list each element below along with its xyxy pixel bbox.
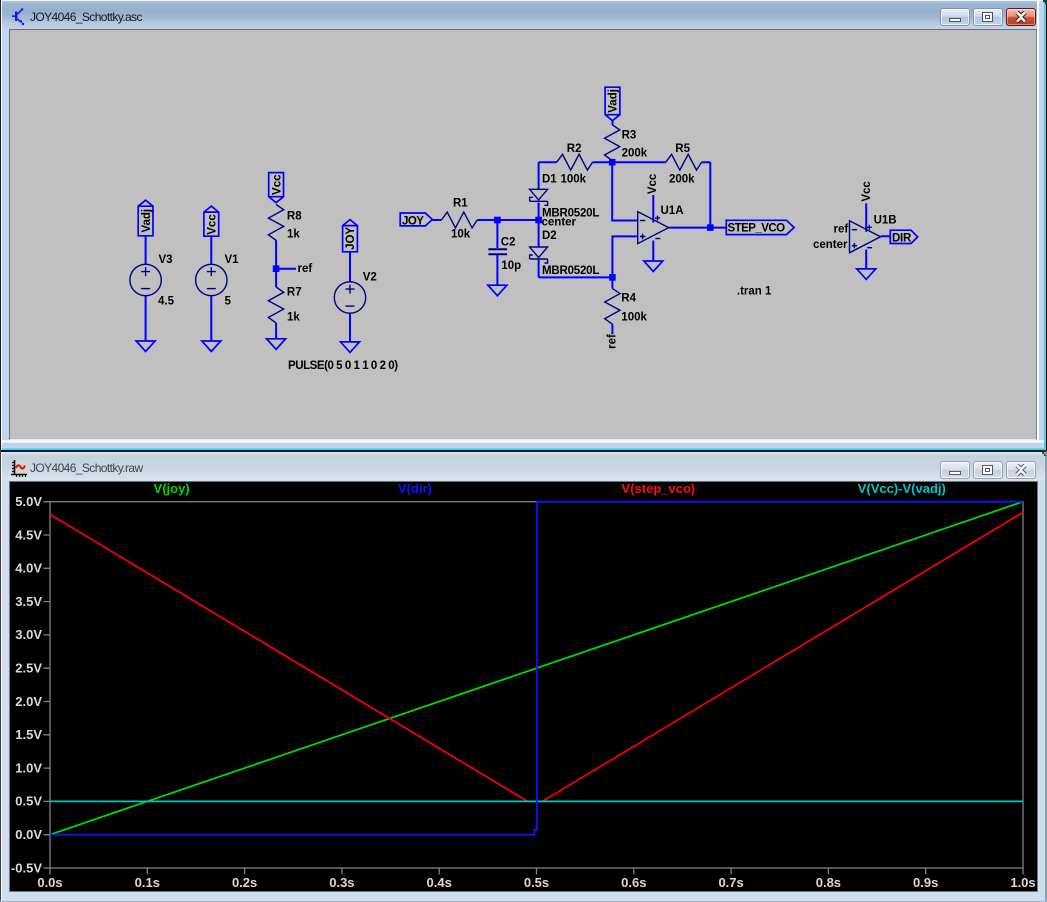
svg-text:0.0V: 0.0V [15,827,42,842]
svg-text:center: center [813,239,848,251]
svg-text:1.0V: 1.0V [15,760,42,775]
svg-text:4.5V: 4.5V [15,527,42,542]
svg-text:1k: 1k [287,312,300,324]
svg-text:3.5V: 3.5V [15,594,42,609]
svg-text:0.5V: 0.5V [15,794,42,809]
svg-text:4.0V: 4.0V [15,561,42,576]
svg-text:Vadj: Vadj [141,209,153,233]
svg-text:0.4s: 0.4s [427,875,452,890]
svg-text:U1A: U1A [661,205,684,217]
svg-text:100k: 100k [621,312,647,324]
svg-text:V(step_vco): V(step_vco) [622,482,696,496]
svg-text:1.0s: 1.0s [1010,875,1035,890]
svg-text:JOY: JOY [345,227,357,250]
svg-text:0.2s: 0.2s [232,875,257,890]
svg-text:.tran 1: .tran 1 [737,286,772,298]
svg-text:100k: 100k [561,173,587,185]
svg-text:ref: ref [298,263,313,275]
svg-text:0.0s: 0.0s [37,875,62,890]
svg-text:1k: 1k [287,229,300,241]
svg-text:V3: V3 [159,254,173,266]
svg-text:-0.5V: -0.5V [11,860,42,875]
svg-text:2.5V: 2.5V [15,661,42,676]
svg-text:200k: 200k [669,173,695,185]
svg-text:Vcc: Vcc [647,173,659,194]
svg-text:V(Vcc)-V(vadj): V(Vcc)-V(vadj) [858,482,946,496]
svg-text:R1: R1 [453,198,468,210]
svg-text:200k: 200k [622,147,648,159]
svg-text:STEP_VCO: STEP_VCO [728,223,786,235]
svg-text:Vcc: Vcc [207,214,219,235]
svg-text:4.5: 4.5 [158,296,175,308]
svg-text:0.6s: 0.6s [621,875,646,890]
svg-text:PULSE(0 5 0 1 1 0 2 0): PULSE(0 5 0 1 1 0 2 0) [288,360,398,372]
svg-text:10p: 10p [501,260,521,272]
svg-text:1.5V: 1.5V [15,727,42,742]
svg-text:5: 5 [225,296,232,308]
svg-text:0.1s: 0.1s [135,875,160,890]
svg-text:V1: V1 [225,254,240,266]
svg-text:Vcc: Vcc [271,174,283,195]
svg-text:3.0V: 3.0V [15,627,42,642]
svg-text:DIR: DIR [892,232,912,244]
svg-text:V(dir): V(dir) [398,482,432,496]
svg-text:C2: C2 [501,236,516,248]
svg-text:0.9s: 0.9s [913,875,938,890]
svg-text:ref: ref [833,224,848,236]
svg-text:10k: 10k [451,229,471,241]
svg-text:R2: R2 [567,143,582,155]
svg-text:JOY: JOY [402,215,424,227]
svg-text:0.5s: 0.5s [524,875,549,890]
svg-text:Vadj: Vadj [608,89,620,113]
svg-text:R7: R7 [287,287,302,299]
svg-text:U1B: U1B [874,215,897,227]
svg-text:5.0V: 5.0V [15,494,42,509]
svg-text:R5: R5 [675,143,690,155]
svg-text:MBR0520L: MBR0520L [542,265,599,277]
svg-text:0.3s: 0.3s [329,875,354,890]
svg-text:ref: ref [606,334,618,349]
svg-text:D1: D1 [542,174,557,186]
svg-text:center: center [542,216,577,228]
svg-text:D2: D2 [542,230,557,242]
svg-text:0.7s: 0.7s [718,875,743,890]
svg-text:R4: R4 [621,293,636,305]
svg-text:2.0V: 2.0V [15,694,42,709]
svg-text:V2: V2 [363,272,377,284]
svg-text:Vcc: Vcc [861,181,873,202]
svg-text:R8: R8 [287,211,302,223]
svg-text:V(joy): V(joy) [154,482,190,496]
svg-text:R3: R3 [622,129,637,141]
svg-text:0.8s: 0.8s [816,875,841,890]
